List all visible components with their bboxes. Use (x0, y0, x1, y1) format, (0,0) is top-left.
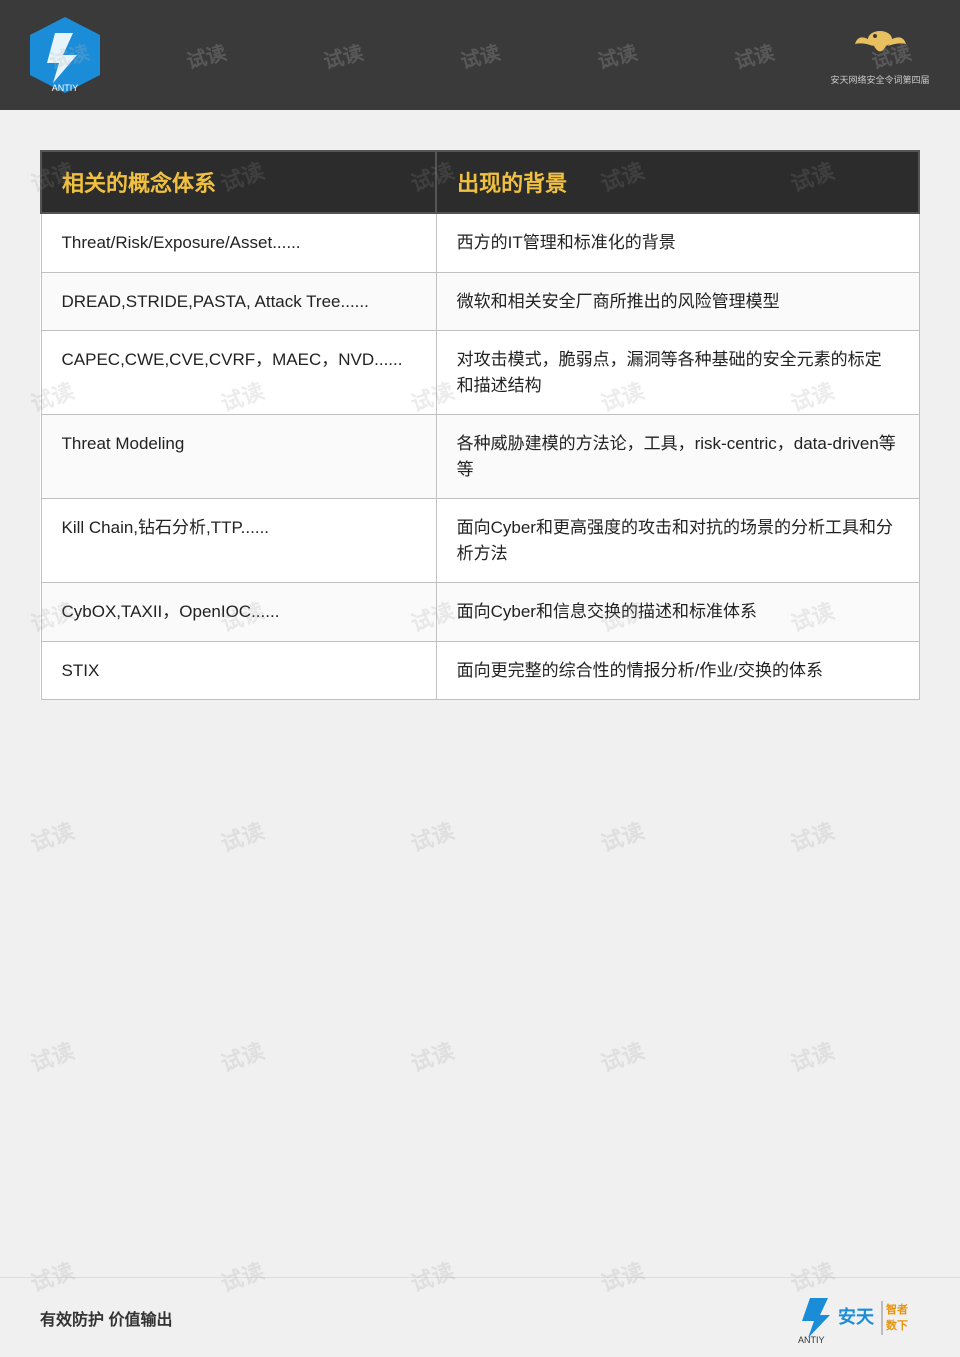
watermark-20: 试读 (26, 1033, 78, 1078)
svg-text:安天: 安天 (838, 1306, 875, 1327)
table-cell-left-0: Threat/Risk/Exposure/Asset...... (41, 213, 436, 272)
header-wm-5: 试读 (594, 36, 640, 74)
table-row: DREAD,STRIDE,PASTA, Attack Tree......微软和… (41, 272, 919, 331)
concepts-table: 相关的概念体系 出现的背景 Threat/Risk/Exposure/Asset… (40, 150, 920, 700)
header-wm-6: 试读 (731, 36, 777, 74)
watermark-24: 试读 (786, 1033, 838, 1078)
table-cell-right-1: 微软和相关安全厂商所推出的风险管理模型 (436, 272, 919, 331)
table-cell-right-5: 面向Cyber和信息交换的描述和标准体系 (436, 583, 919, 642)
table-cell-right-6: 面向更完整的综合性的情报分析/作业/交换的体系 (436, 641, 919, 700)
table-cell-right-4: 面向Cyber和更高强度的攻击和对抗的场景的分析工具和分析方法 (436, 499, 919, 583)
table-cell-left-1: DREAD,STRIDE,PASTA, Attack Tree...... (41, 272, 436, 331)
table-row: CybOX,TAXII，OpenIOC......面向Cyber和信息交换的描述… (41, 583, 919, 642)
watermark-18: 试读 (596, 813, 648, 858)
header-wm-3: 试读 (320, 36, 366, 74)
watermark-23: 试读 (596, 1033, 648, 1078)
footer-right-brand: ANTIY 安天 智者 数下 (790, 1293, 920, 1343)
table-cell-left-5: CybOX,TAXII，OpenIOC...... (41, 583, 436, 642)
header-wm-1: 试读 (45, 36, 91, 74)
table-cell-right-2: 对攻击模式，脆弱点，漏洞等各种基础的安全元素的标定和描述结构 (436, 331, 919, 415)
table-cell-left-6: STIX (41, 641, 436, 700)
table-row: Threat Modeling各种威胁建模的方法论，工具，risk-centri… (41, 415, 919, 499)
table-cell-right-0: 西方的IT管理和标准化的背景 (436, 213, 919, 272)
watermark-21: 试读 (216, 1033, 268, 1078)
watermark-19: 试读 (786, 813, 838, 858)
table-row: CAPEC,CWE,CVE,CVRF，MAEC，NVD......对攻击模式，脆… (41, 331, 919, 415)
footer-left-text: 有效防护 价值输出 (40, 1306, 172, 1330)
table-cell-left-3: Threat Modeling (41, 415, 436, 499)
footer-logo-icon: ANTIY 安天 智者 数下 (790, 1293, 920, 1343)
table-cell-left-2: CAPEC,CWE,CVE,CVRF，MAEC，NVD...... (41, 331, 436, 415)
table-row: STIX面向更完整的综合性的情报分析/作业/交换的体系 (41, 641, 919, 700)
table-row: Kill Chain,钻石分析,TTP......面向Cyber和更高强度的攻击… (41, 499, 919, 583)
header: ANTIY 试读 试读 试读 试读 试读 试读 试读 安天网络安全令词第四届 (0, 0, 960, 110)
main-content: 相关的概念体系 出现的背景 Threat/Risk/Exposure/Asset… (0, 110, 960, 770)
watermark-17: 试读 (406, 813, 458, 858)
table-row: Threat/Risk/Exposure/Asset......西方的IT管理和… (41, 213, 919, 272)
table-cell-right-3: 各种威胁建模的方法论，工具，risk-centric，data-driven等等 (436, 415, 919, 499)
footer: 有效防护 价值输出 ANTIY 安天 智者 数下 (0, 1277, 960, 1357)
col2-header: 出现的背景 (436, 151, 919, 213)
svg-text:智者: 智者 (886, 1302, 908, 1316)
svg-text:ANTIY: ANTIY (798, 1335, 825, 1343)
header-wm-7: 试读 (868, 36, 914, 74)
watermark-16: 试读 (216, 813, 268, 858)
col1-header: 相关的概念体系 (41, 151, 436, 213)
header-wm-4: 试读 (457, 36, 503, 74)
watermark-15: 试读 (26, 813, 78, 858)
svg-text:数下: 数下 (886, 1318, 908, 1332)
table-cell-left-4: Kill Chain,钻石分析,TTP...... (41, 499, 436, 583)
header-wm-2: 试读 (183, 36, 229, 74)
watermark-22: 试读 (406, 1033, 458, 1078)
header-watermarks: 试读 试读 试读 试读 试读 试读 试读 (0, 0, 960, 110)
